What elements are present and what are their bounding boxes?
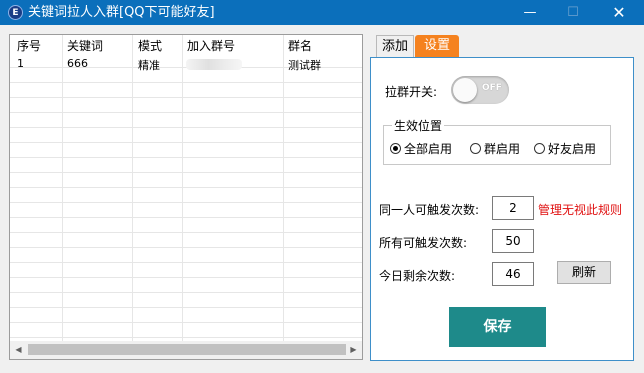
radio-friend[interactable]: 好友启用 xyxy=(534,140,596,157)
total-input[interactable]: 50 xyxy=(492,229,534,253)
column-divider xyxy=(182,35,183,341)
minimize-button[interactable]: — xyxy=(507,0,553,25)
per-user-input[interactable]: 2 xyxy=(492,196,534,220)
header-group-name[interactable]: 群名 xyxy=(288,37,312,54)
radio-group[interactable]: 群启用 xyxy=(470,140,520,157)
header-index[interactable]: 序号 xyxy=(17,37,41,54)
radio-all-label: 全部启用 xyxy=(404,142,453,156)
save-button[interactable]: 保存 xyxy=(449,307,546,347)
rules-table[interactable]: 序号 关键词 模式 加入群号 群名 1 666 精准 测试群 ◀ ▶ xyxy=(9,34,363,360)
switch-label: 拉群开关: xyxy=(385,85,438,99)
scope-title: 生效位置 xyxy=(392,117,445,134)
close-button[interactable]: ✕ xyxy=(596,0,642,25)
cell-group-number-redacted xyxy=(186,59,242,70)
header-group-number[interactable]: 加入群号 xyxy=(187,37,235,54)
scrollbar-thumb[interactable] xyxy=(28,344,346,355)
main-area: 序号 关键词 模式 加入群号 群名 1 666 精准 测试群 ◀ ▶ 添加 设置… xyxy=(0,25,644,373)
tab-settings[interactable]: 设置 xyxy=(415,35,459,57)
remaining-input[interactable]: 46 xyxy=(492,262,534,286)
cell-group-name: 测试群 xyxy=(288,59,321,72)
header-mode[interactable]: 模式 xyxy=(138,37,162,54)
refresh-button[interactable]: 刷新 xyxy=(557,261,611,284)
total-label: 所有可触发次数: xyxy=(379,236,468,250)
admin-hint: 管理无视此规则 xyxy=(538,203,623,217)
group-switch-toggle[interactable]: OFF xyxy=(451,76,509,104)
column-divider xyxy=(62,35,63,341)
title-bar: E 关键词拉人入群[QQ下可能好友] — ☐ ✕ xyxy=(0,0,644,25)
radio-friend-circle[interactable] xyxy=(534,143,545,154)
radio-all-circle[interactable] xyxy=(390,143,401,154)
maximize-button[interactable]: ☐ xyxy=(550,0,596,25)
scroll-right-icon[interactable]: ▶ xyxy=(345,341,362,359)
window-title: 关键词拉人入群[QQ下可能好友] xyxy=(28,5,215,20)
toggle-knob xyxy=(453,78,477,102)
scope-groupbox: 生效位置 全部启用 群启用 好友启用 xyxy=(383,117,611,165)
app-icon: E xyxy=(8,5,23,20)
toggle-state-text: OFF xyxy=(482,83,502,93)
cell-index: 1 xyxy=(17,57,24,70)
radio-friend-label: 好友启用 xyxy=(548,142,597,156)
radio-group-circle[interactable] xyxy=(470,143,481,154)
remaining-label: 今日剩余次数: xyxy=(379,269,456,283)
tab-add[interactable]: 添加 xyxy=(376,35,414,57)
cell-keyword: 666 xyxy=(67,57,88,70)
radio-all[interactable]: 全部启用 xyxy=(390,140,452,157)
settings-panel: 拉群开关: OFF 生效位置 全部启用 群启用 好友启用 同一人可触发次数: 2… xyxy=(370,57,634,361)
header-keyword[interactable]: 关键词 xyxy=(67,37,103,54)
column-divider xyxy=(132,35,133,341)
column-divider xyxy=(283,35,284,341)
per-user-label: 同一人可触发次数: xyxy=(379,203,480,217)
horizontal-scrollbar[interactable]: ◀ ▶ xyxy=(10,341,362,359)
scroll-left-icon[interactable]: ◀ xyxy=(10,341,27,359)
radio-group-label: 群启用 xyxy=(484,142,521,156)
cell-mode: 精准 xyxy=(138,59,160,72)
